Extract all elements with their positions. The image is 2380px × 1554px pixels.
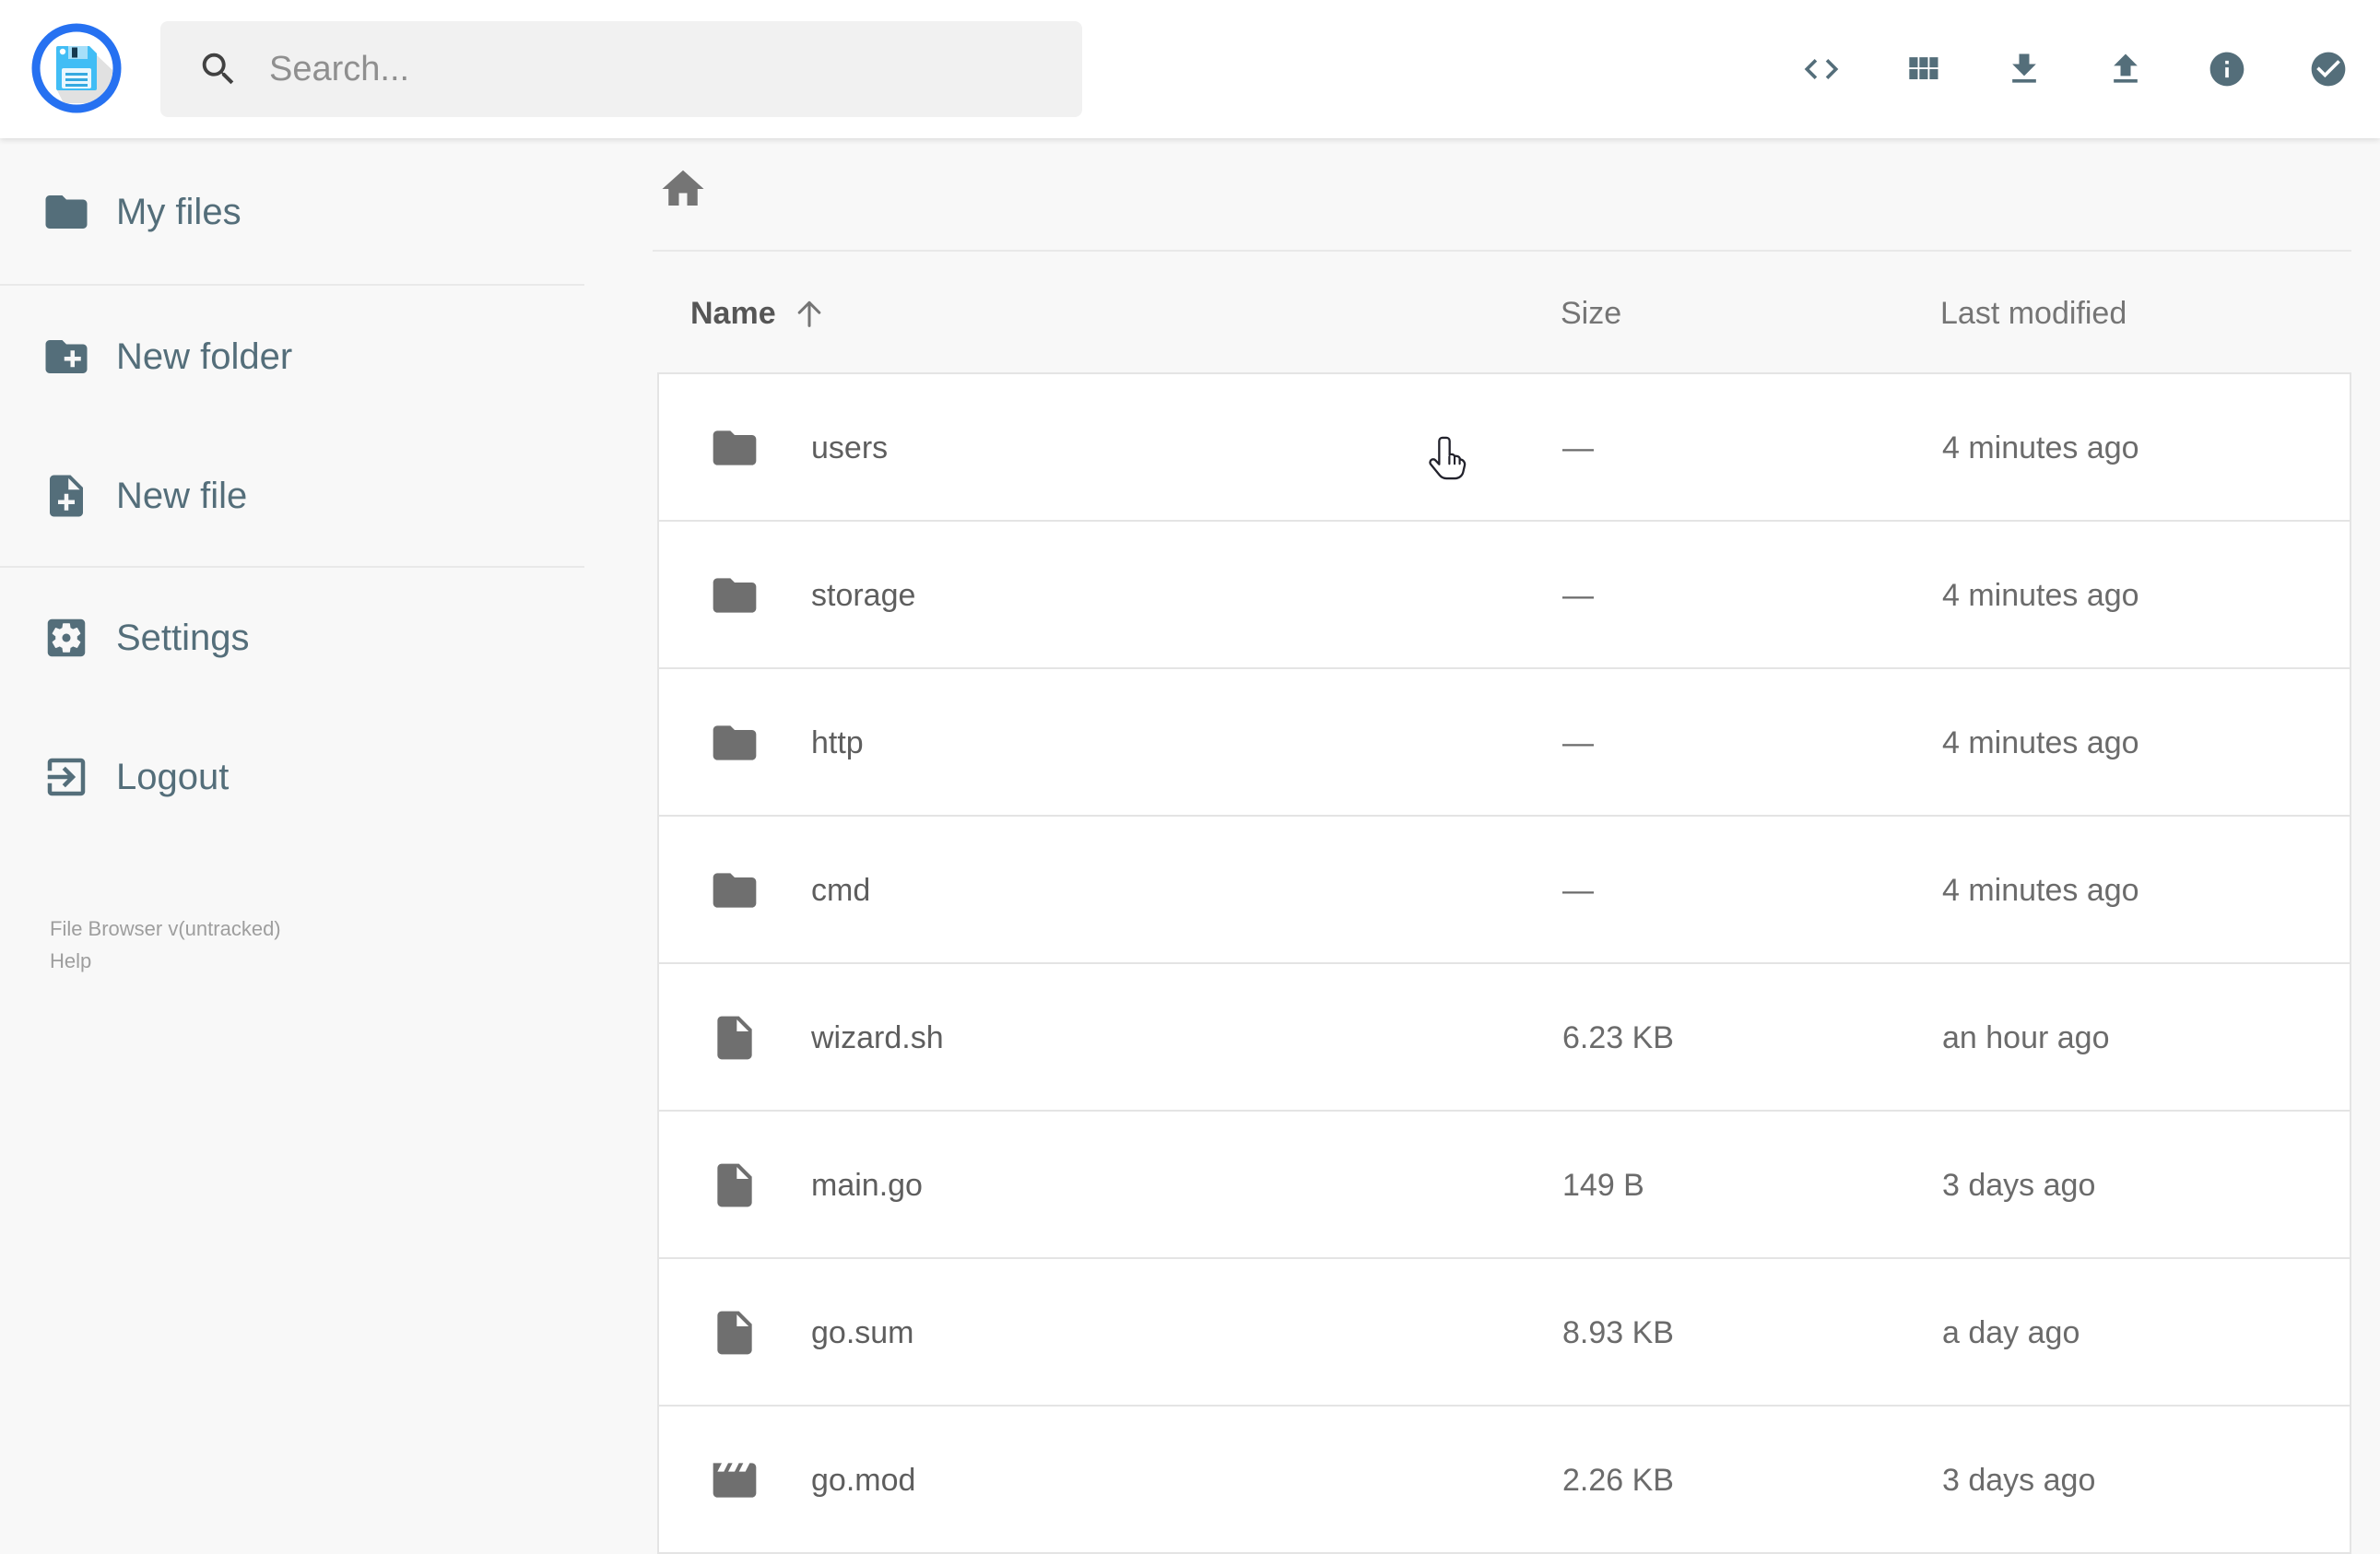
new-file-icon xyxy=(41,471,91,521)
row-size: — xyxy=(1562,578,1594,613)
row-name: main.go xyxy=(811,1168,923,1203)
settings-icon xyxy=(41,613,91,663)
upload-button[interactable] xyxy=(2105,49,2146,89)
column-name-label: Name xyxy=(690,296,776,331)
sidebar-divider xyxy=(0,566,584,568)
sidebar-item-label: Settings xyxy=(116,617,250,658)
column-header-size[interactable]: Size xyxy=(1561,277,1621,350)
file-icon xyxy=(709,1160,760,1211)
search-icon xyxy=(197,48,240,90)
row-name: users xyxy=(811,430,889,465)
header-bar xyxy=(0,0,2380,138)
column-header-name[interactable]: Name xyxy=(690,277,828,350)
table-row[interactable]: users — 4 minutes ago xyxy=(659,374,2350,522)
table-row[interactable]: go.mod 2.26 KB 3 days ago xyxy=(659,1407,2350,1554)
row-size: — xyxy=(1562,725,1594,760)
shell-button[interactable] xyxy=(1801,49,1842,89)
file-listing: users — 4 minutes ago storage — 4 minute… xyxy=(657,372,2351,1554)
info-button[interactable] xyxy=(2207,49,2247,89)
folder-icon xyxy=(709,865,760,916)
table-row[interactable]: go.sum 8.93 KB a day ago xyxy=(659,1259,2350,1407)
home-button[interactable] xyxy=(658,164,708,214)
grid-view-icon xyxy=(1903,49,1943,89)
row-size: 149 B xyxy=(1562,1168,1644,1203)
logout-icon xyxy=(41,752,91,802)
sidebar-item-label: My files xyxy=(116,191,242,232)
folder-icon xyxy=(709,717,760,769)
app-version: File Browser v(untracked) xyxy=(50,917,281,940)
folder-icon xyxy=(709,570,760,621)
row-name: go.sum xyxy=(811,1315,914,1350)
row-size: 8.93 KB xyxy=(1562,1315,1674,1350)
row-size: — xyxy=(1562,873,1594,908)
switch-view-button[interactable] xyxy=(1903,49,1943,89)
row-name: storage xyxy=(811,578,916,613)
row-modified: 4 minutes ago xyxy=(1942,578,2139,613)
check-circle-icon xyxy=(2308,49,2349,89)
folder-icon xyxy=(41,187,91,237)
file-icon xyxy=(709,1307,760,1359)
folder-icon xyxy=(709,422,760,474)
row-modified: 3 days ago xyxy=(1942,1463,2096,1498)
file-icon xyxy=(709,1012,760,1064)
file-browser-logo[interactable] xyxy=(30,22,123,114)
info-icon xyxy=(2207,49,2247,89)
listing-header: Name Size Last modified xyxy=(0,277,2380,350)
sidebar-item-new-file[interactable]: New file xyxy=(0,444,584,547)
table-row[interactable]: http — 4 minutes ago xyxy=(659,669,2350,817)
help-link[interactable]: Help xyxy=(50,945,91,977)
row-modified: a day ago xyxy=(1942,1315,2080,1350)
movie-icon xyxy=(709,1454,760,1506)
breadcrumb-divider xyxy=(653,250,2351,252)
search-input[interactable] xyxy=(269,41,1082,97)
sidebar-credits: File Browser v(untracked) Help xyxy=(50,912,281,977)
sidebar-item-label: New file xyxy=(116,475,248,516)
home-icon xyxy=(658,164,708,214)
upload-icon xyxy=(2105,49,2146,89)
search-bar[interactable] xyxy=(160,21,1082,117)
table-row[interactable]: wizard.sh 6.23 KB an hour ago xyxy=(659,964,2350,1112)
sidebar-item-settings[interactable]: Settings xyxy=(0,586,584,689)
sidebar-item-my-files[interactable]: My files xyxy=(0,160,584,264)
table-row[interactable]: cmd — 4 minutes ago xyxy=(659,817,2350,964)
row-modified: 4 minutes ago xyxy=(1942,873,2139,908)
table-row[interactable]: storage — 4 minutes ago xyxy=(659,522,2350,669)
row-modified: 3 days ago xyxy=(1942,1168,2096,1203)
row-name: cmd xyxy=(811,873,871,908)
floppy-disk-logo-icon xyxy=(31,23,122,113)
header-actions xyxy=(1801,0,2349,138)
download-icon xyxy=(2004,49,2044,89)
row-size: — xyxy=(1562,430,1594,465)
row-name: go.mod xyxy=(811,1463,916,1498)
row-modified: 4 minutes ago xyxy=(1942,430,2139,465)
table-row[interactable]: main.go 149 B 3 days ago xyxy=(659,1112,2350,1259)
row-name: http xyxy=(811,725,864,760)
row-size: 6.23 KB xyxy=(1562,1020,1674,1055)
sidebar-item-logout[interactable]: Logout xyxy=(0,725,584,829)
code-icon xyxy=(1801,49,1842,89)
row-size: 2.26 KB xyxy=(1562,1463,1674,1498)
row-modified: 4 minutes ago xyxy=(1942,725,2139,760)
select-multiple-button[interactable] xyxy=(2308,49,2349,89)
sort-asc-icon xyxy=(791,295,828,332)
column-header-modified[interactable]: Last modified xyxy=(1940,277,2127,350)
row-modified: an hour ago xyxy=(1942,1020,2110,1055)
sidebar-item-label: Logout xyxy=(116,756,230,797)
row-name: wizard.sh xyxy=(811,1020,944,1055)
download-button[interactable] xyxy=(2004,49,2044,89)
